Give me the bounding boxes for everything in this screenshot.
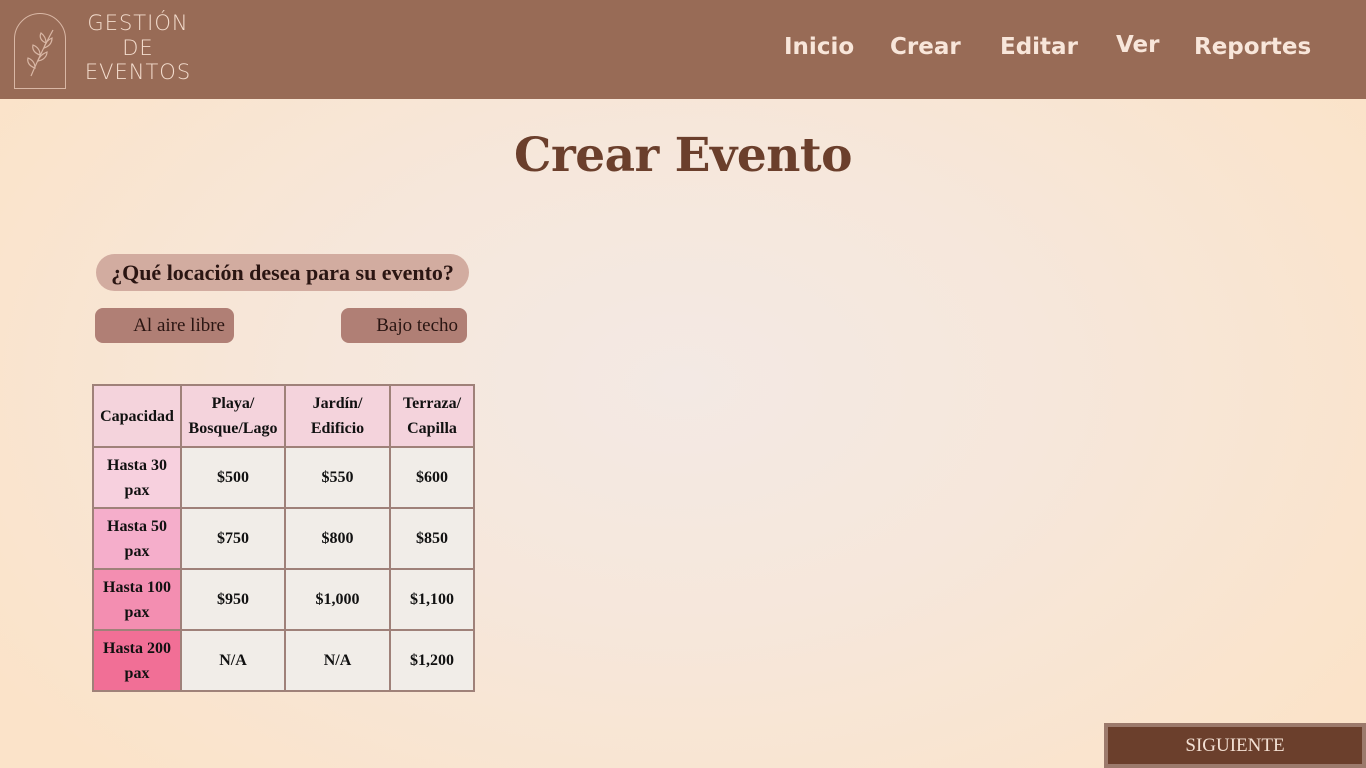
logo-text-line: GESTIÓN	[87, 11, 189, 35]
nav-inicio[interactable]: Inicio	[784, 34, 854, 60]
table-cell: $600	[389, 446, 475, 509]
table-cell: N/A	[284, 629, 391, 692]
nav-editar[interactable]: Editar	[1000, 34, 1078, 60]
row-label: Hasta 30 pax	[92, 446, 182, 509]
row-label-text: Hasta 50 pax	[107, 517, 167, 560]
nav-crear[interactable]: Crear	[890, 34, 961, 60]
indoor-option-button[interactable]: Bajo techo	[341, 308, 467, 343]
row-label: Hasta 100 pax	[92, 568, 182, 631]
table-header: Jardín/ Edificio	[284, 384, 391, 448]
table-header: Capacidad	[92, 384, 182, 448]
table-cell: $800	[284, 507, 391, 570]
row-label: Hasta 200 pax	[92, 629, 182, 692]
table-cell: $850	[389, 507, 475, 570]
top-nav-bar: GESTIÓN DE EVENTOS Inicio Crear Editar V…	[0, 0, 1366, 99]
nav-ver[interactable]: Ver	[1116, 32, 1159, 58]
header-line: Terraza/	[402, 395, 462, 412]
table-cell: $1,100	[389, 568, 475, 631]
table-cell: $550	[284, 446, 391, 509]
table-cell: N/A	[180, 629, 286, 692]
outdoor-option-button[interactable]: Al aire libre	[95, 308, 234, 343]
logo-text: GESTIÓN DE EVENTOS	[78, 11, 198, 85]
row-label-text: Hasta 30 pax	[107, 456, 167, 499]
logo-text-line: EVENTOS	[84, 60, 192, 84]
row-label-text: Hasta 100 pax	[103, 578, 171, 621]
header-line: Edificio	[310, 420, 365, 437]
header-line: Capilla	[407, 420, 457, 437]
table-header: Playa/ Bosque/Lago	[180, 384, 286, 448]
table-header: Terraza/ Capilla	[389, 384, 475, 448]
table-header-row: Capacidad Playa/ Bosque/Lago Jardín/ Edi…	[92, 384, 475, 448]
header-line: Playa/	[211, 395, 255, 412]
logo	[14, 13, 66, 89]
page-title: Crear Evento	[514, 128, 852, 183]
table-row: Hasta 30 pax $500 $550 $600	[92, 446, 475, 509]
table-cell: $1,200	[389, 629, 475, 692]
leaf-icon	[27, 29, 54, 77]
table-row: Hasta 200 pax N/A N/A $1,200	[92, 629, 475, 692]
location-question: ¿Qué locación desea para su evento?	[96, 254, 469, 291]
row-label: Hasta 50 pax	[92, 507, 182, 570]
table-cell: $500	[180, 446, 286, 509]
pricing-table: Capacidad Playa/ Bosque/Lago Jardín/ Edi…	[92, 384, 475, 692]
logo-text-line: DE	[122, 35, 154, 60]
row-label-text: Hasta 200 pax	[103, 639, 171, 682]
table-cell: $750	[180, 507, 286, 570]
table-row: Hasta 100 pax $950 $1,000 $1,100	[92, 568, 475, 631]
table-row: Hasta 50 pax $750 $800 $850	[92, 507, 475, 570]
nav-reportes[interactable]: Reportes	[1194, 34, 1311, 60]
next-button[interactable]: SIGUIENTE	[1104, 723, 1366, 768]
header-line: Bosque/Lago	[188, 420, 278, 437]
header-line: Jardín/	[312, 395, 363, 412]
table-cell: $1,000	[284, 568, 391, 631]
table-cell: $950	[180, 568, 286, 631]
